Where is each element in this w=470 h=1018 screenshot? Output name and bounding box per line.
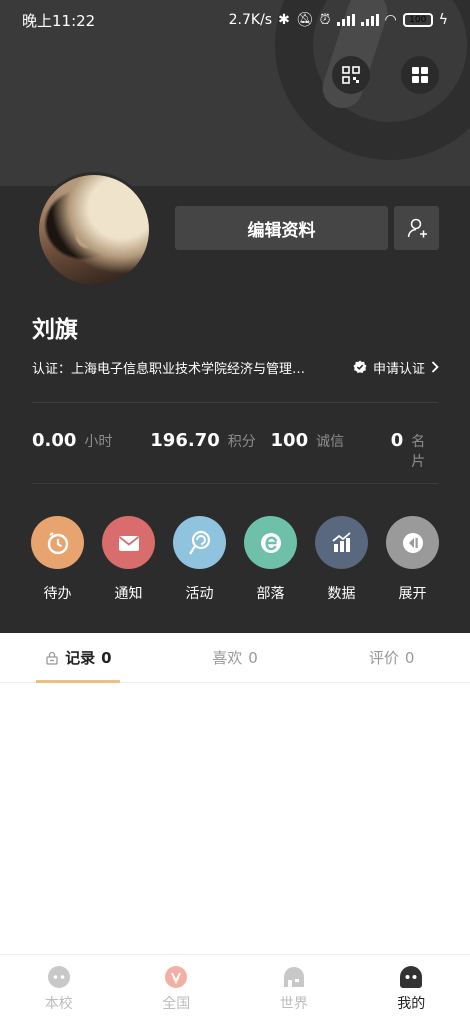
- tab-label: 评价: [368, 649, 399, 667]
- lock-icon: [46, 651, 58, 665]
- add-user-icon: [407, 218, 427, 238]
- tab-count: 0: [101, 648, 112, 667]
- edit-profile-button[interactable]: 编辑资料: [175, 206, 388, 250]
- tab-records[interactable]: 记录 0: [0, 633, 157, 683]
- clock-icon: [31, 516, 84, 569]
- stats-row: 0.00 小时 196.70 积分 100 诚信 0 名片: [32, 430, 439, 470]
- avatar[interactable]: [36, 172, 152, 288]
- qr-code-button[interactable]: [332, 56, 370, 94]
- status-indicators: 2.7K/s ✱ 🔕︎ ⏰︎ ◠ 100 ϟ: [229, 12, 448, 28]
- school-face-icon: [47, 965, 71, 989]
- data-button[interactable]: 数据: [315, 516, 368, 603]
- chart-icon: [315, 516, 368, 569]
- status-time: 晚上11:22: [22, 11, 96, 30]
- quick-actions: 待办 通知 活动 部落 数据 展开: [31, 516, 439, 603]
- lollipop-icon: [173, 516, 226, 569]
- national-icon: [164, 965, 188, 989]
- battery-icon: 100: [402, 13, 433, 27]
- stat-hours[interactable]: 0.00 小时: [32, 430, 150, 451]
- bottom-nav: 本校 全国 世界 我的: [0, 954, 470, 1018]
- status-bar: 晚上11:22 2.7K/s ✱ 🔕︎ ⏰︎ ◠ 100 ϟ: [0, 0, 470, 40]
- network-speed: 2.7K/s: [228, 12, 273, 28]
- bluetooth-icon: ✱: [278, 12, 290, 28]
- tab-likes[interactable]: 喜欢 0: [157, 633, 314, 682]
- stat-points[interactable]: 196.70 积分: [150, 430, 270, 451]
- nav-item-school[interactable]: 本校: [0, 955, 118, 1018]
- activities-button[interactable]: 活动: [173, 516, 226, 603]
- qr-code-icon: [342, 66, 360, 84]
- chevron-right-icon: [431, 361, 439, 373]
- mute-icon: 🔕︎: [295, 12, 314, 28]
- divider: [32, 483, 438, 484]
- expand-icon: [386, 516, 439, 569]
- charging-icon: ϟ: [438, 12, 448, 28]
- notifications-button[interactable]: 通知: [102, 516, 155, 603]
- todo-button[interactable]: 待办: [31, 516, 84, 603]
- nav-item-national[interactable]: 全国: [118, 955, 236, 1018]
- tab-label: 记录: [65, 649, 96, 667]
- tab-count: 0: [248, 648, 258, 667]
- content-tabs: 记录 0 喜欢 0 评价 0: [0, 633, 470, 683]
- user-name: 刘旗: [32, 317, 78, 343]
- expand-button[interactable]: 展开: [386, 516, 439, 603]
- tribe-icon: [244, 516, 297, 569]
- grid-icon: [412, 67, 428, 83]
- nav-item-world[interactable]: 世界: [235, 955, 353, 1018]
- signal-icon: [336, 14, 355, 26]
- apply-certification-label: 申请认证: [372, 361, 425, 377]
- certification-text: 认证：上海电子信息职业技术学院经济与管理…: [32, 361, 306, 377]
- tab-count: 0: [404, 648, 415, 667]
- verified-badge-icon: [353, 360, 367, 374]
- add-friend-button[interactable]: [394, 206, 439, 250]
- tribe-button[interactable]: 部落: [244, 516, 297, 603]
- stat-cards[interactable]: 0 名片: [391, 430, 439, 471]
- mine-face-icon: [399, 965, 423, 989]
- stat-integrity[interactable]: 100 诚信: [271, 430, 391, 451]
- mail-icon: [102, 516, 155, 569]
- apps-grid-button[interactable]: [401, 56, 439, 94]
- world-icon: [282, 965, 306, 989]
- certification-row: 认证：上海电子信息职业技术学院经济与管理… 申请认证: [32, 356, 439, 378]
- wifi-icon: ◠: [384, 12, 397, 28]
- tab-label: 喜欢: [212, 649, 243, 667]
- alarm-icon: ⏰︎: [319, 12, 331, 28]
- nav-item-mine[interactable]: 我的: [353, 955, 470, 1018]
- active-tab-indicator: [36, 680, 120, 683]
- signal-icon-2: [360, 14, 379, 26]
- tab-reviews[interactable]: 评价 0: [313, 633, 470, 682]
- apply-certification-link[interactable]: 申请认证: [353, 358, 439, 377]
- divider: [32, 402, 438, 403]
